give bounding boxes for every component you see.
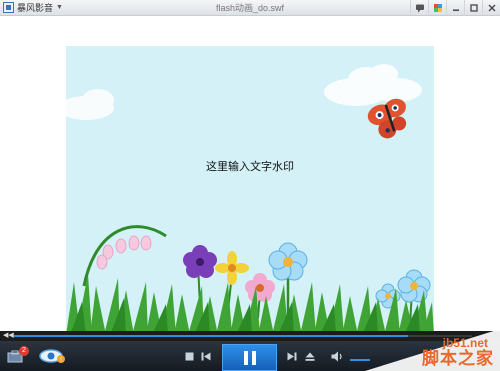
stop-icon	[185, 352, 193, 360]
eject-icon	[305, 352, 315, 361]
stop-button[interactable]	[184, 351, 194, 361]
app-logo-icon	[3, 2, 14, 13]
next-button[interactable]	[286, 351, 298, 361]
volume-button[interactable]	[330, 350, 344, 362]
video-area[interactable]: 这里输入文字水印	[0, 17, 500, 335]
cloud-right	[324, 64, 422, 106]
previous-icon	[201, 352, 211, 360]
eject-button[interactable]	[304, 351, 316, 361]
next-icon	[287, 352, 297, 360]
purple-flower	[183, 245, 217, 278]
blue-flower-right	[397, 269, 431, 303]
app-menu-button[interactable]: 暴风影音 ▼	[0, 0, 67, 16]
chat-button[interactable]	[410, 0, 428, 16]
speech-bubble-icon	[415, 4, 424, 13]
video-watermark-text: 这里输入文字水印	[206, 161, 294, 173]
flash-scene-illustration	[66, 64, 434, 335]
notification-badge: 2	[19, 346, 29, 356]
pause-icon	[243, 350, 256, 365]
skin-icon	[433, 4, 442, 12]
close-icon	[488, 4, 495, 12]
minimize-icon	[452, 9, 459, 11]
rewind-icon[interactable]: ◀◀	[3, 331, 14, 341]
maximize-button[interactable]	[464, 0, 482, 16]
pause-button[interactable]	[222, 344, 277, 371]
chevron-down-icon: ▼	[56, 4, 63, 11]
pink-flower	[245, 273, 275, 302]
maximize-icon	[469, 4, 478, 12]
site-watermark: jb51.net 脚本之家	[365, 329, 500, 371]
skin-button[interactable]	[428, 0, 446, 16]
previous-button[interactable]	[200, 351, 212, 361]
eye-icon: !	[39, 349, 65, 364]
flower-stem-arch	[82, 225, 167, 287]
blue-flower-left	[268, 242, 308, 281]
cloud-left	[66, 89, 114, 120]
app-name: 暴风影音	[17, 2, 54, 13]
seek-bar-fill	[14, 335, 408, 337]
window-controls	[410, 0, 500, 16]
yellow-flower	[215, 251, 249, 285]
flash-animation: 这里输入文字水印	[66, 46, 434, 335]
watermark-name: 脚本之家	[422, 349, 494, 368]
visual-mode-button[interactable]: !	[38, 348, 68, 364]
minimize-button[interactable]	[446, 0, 464, 16]
title-bar: 暴风影音 ▼ flash动画_do.swf	[0, 0, 500, 16]
close-button[interactable]	[482, 0, 500, 16]
speaker-icon	[331, 351, 342, 361]
